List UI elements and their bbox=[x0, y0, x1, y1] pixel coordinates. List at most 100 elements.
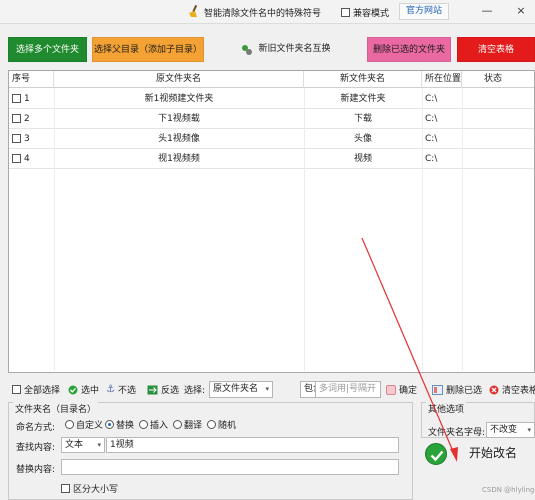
find-type-value: 文本 bbox=[65, 440, 84, 450]
find-type-dropdown[interactable]: 文本 ▾ bbox=[61, 437, 105, 453]
table-header: 序号 原文件夹名 新文件夹名 所在位置 状态 bbox=[9, 71, 534, 88]
check-label: 选中 bbox=[81, 386, 100, 396]
replace-input[interactable] bbox=[61, 459, 399, 475]
chevron-down-icon: ▾ bbox=[265, 385, 269, 393]
close-button[interactable]: × bbox=[513, 4, 529, 17]
rename-group-title: 文件夹名（目录名） bbox=[13, 402, 99, 415]
row-new-name: 新建文件夹 bbox=[340, 94, 386, 104]
row-index: 3 bbox=[24, 134, 30, 144]
row-old-name: 视1视频频 bbox=[158, 154, 200, 164]
mode-radio-translate[interactable]: 翻译 bbox=[173, 418, 202, 431]
col-old-name[interactable]: 原文件夹名 bbox=[54, 71, 304, 88]
compat-mode-label: 兼容模式 bbox=[353, 9, 390, 19]
swap-names-button[interactable]: 新旧文件夹名互换 bbox=[233, 37, 339, 62]
mode-radio-random[interactable]: 随机 bbox=[207, 418, 236, 431]
mode-label: 翻译 bbox=[184, 421, 203, 431]
table-row[interactable]: 2 下1视频载 下载 C:\ bbox=[9, 109, 534, 129]
mode-label: 插入 bbox=[150, 421, 169, 431]
select-folders-button[interactable]: 选择多个文件夹 bbox=[8, 37, 87, 62]
mode-radio-insert[interactable]: 插入 bbox=[139, 418, 168, 431]
select-all-check[interactable] bbox=[12, 385, 21, 394]
col-location[interactable]: 所在位置 bbox=[422, 71, 462, 88]
row-checkbox[interactable] bbox=[12, 134, 21, 143]
confirm-button[interactable]: 确定 bbox=[386, 383, 417, 396]
keyword-placeholder: 多词用|号隔开 bbox=[319, 384, 377, 394]
replace-label: 替换内容: bbox=[16, 465, 56, 475]
invert-label: 反选 bbox=[161, 386, 180, 396]
title-bar: 智能清除文件名中的特殊符号 兼容模式 官方网站 — × bbox=[0, 0, 535, 24]
row-location: C:\ bbox=[425, 154, 438, 164]
find-input[interactable]: 1视频 bbox=[106, 437, 399, 453]
invert-button[interactable]: 反选 bbox=[147, 383, 179, 396]
radio-dot[interactable] bbox=[139, 420, 148, 429]
clear-table-top-button[interactable]: 清空表格 bbox=[457, 37, 535, 62]
row-checkbox[interactable] bbox=[12, 94, 21, 103]
radio-dot[interactable] bbox=[173, 420, 182, 429]
confirm-label: 确定 bbox=[399, 386, 418, 396]
start-rename-label: 开始改名 bbox=[469, 446, 518, 460]
delete-selected-button[interactable]: 删除已选的文件夹 bbox=[367, 37, 451, 62]
case-option-label: 文件夹名字母: bbox=[428, 428, 486, 438]
naming-mode-label: 命名方式: bbox=[16, 423, 56, 433]
col-status[interactable]: 状态 bbox=[462, 71, 534, 88]
row-new-name: 头像 bbox=[353, 134, 372, 144]
anchor-icon: ⚓ bbox=[106, 384, 115, 395]
table-row[interactable]: 4 视1视频频 视频 C:\ bbox=[9, 149, 534, 169]
official-site-button[interactable]: 官方网站 bbox=[399, 3, 449, 20]
keyword-input[interactable]: 多词用|号隔开 bbox=[315, 381, 381, 398]
chevron-down-icon: ▾ bbox=[97, 441, 101, 449]
clear-icon bbox=[489, 385, 499, 394]
case-sensitive-checkbox[interactable]: 区分大小写 bbox=[61, 482, 118, 495]
case-sensitive-label: 区分大小写 bbox=[73, 485, 119, 495]
swap-icon bbox=[242, 44, 253, 55]
invert-icon bbox=[147, 385, 158, 394]
case-option-dropdown[interactable]: 不改变 ▾ bbox=[486, 422, 535, 438]
uncheck-button[interactable]: ⚓ 不选 bbox=[106, 383, 136, 396]
column-divider bbox=[54, 88, 55, 371]
folder-table[interactable]: 序号 原文件夹名 新文件夹名 所在位置 状态 1 新1视频建文件夹 新建文件夹 … bbox=[8, 70, 535, 373]
radio-dot[interactable] bbox=[207, 420, 216, 429]
select-label: 选择: bbox=[184, 386, 206, 396]
select-parent-button[interactable]: 选择父目录（添加子目录） bbox=[92, 37, 204, 62]
mode-radio-replace[interactable]: 替换 bbox=[105, 418, 134, 431]
find-value: 1视频 bbox=[110, 440, 134, 450]
row-index: 1 bbox=[24, 94, 30, 104]
select-all-checkbox[interactable]: 全部选择 bbox=[12, 383, 60, 396]
col-new-name[interactable]: 新文件夹名 bbox=[304, 71, 422, 88]
select-all-label: 全部选择 bbox=[24, 386, 61, 396]
find-label: 查找内容: bbox=[16, 443, 56, 453]
row-checkbox[interactable] bbox=[12, 154, 21, 163]
row-checkbox[interactable] bbox=[12, 114, 21, 123]
radio-dot[interactable] bbox=[105, 420, 114, 429]
column-divider bbox=[304, 88, 305, 371]
clear-table-bottom-label: 清空表格 bbox=[502, 386, 535, 396]
minimize-button[interactable]: — bbox=[479, 4, 495, 17]
table-row[interactable]: 3 头1视频像 头像 C:\ bbox=[9, 129, 534, 149]
select-field-dropdown[interactable]: 原文件夹名 ▾ bbox=[209, 381, 273, 398]
delete-checked-label: 删除已选 bbox=[446, 386, 483, 396]
row-new-name: 视频 bbox=[353, 154, 372, 164]
other-options-title: 其他选项 bbox=[426, 402, 467, 415]
check-button[interactable]: 选中 bbox=[68, 383, 99, 396]
watermark: CSDN @hlyling bbox=[482, 486, 535, 494]
start-check-icon bbox=[425, 443, 447, 465]
chevron-down-icon: ▾ bbox=[527, 426, 531, 434]
delete-checked-button[interactable]: 删除已选 bbox=[432, 383, 482, 396]
mode-label: 随机 bbox=[218, 421, 237, 431]
case-option-value: 不改变 bbox=[490, 425, 518, 435]
mode-radio-custom[interactable]: 自定义 bbox=[65, 418, 103, 431]
clear-table-bottom-button[interactable]: 清空表格 bbox=[489, 383, 535, 396]
col-index[interactable]: 序号 bbox=[9, 71, 54, 88]
row-location: C:\ bbox=[425, 94, 438, 104]
select-field-value: 原文件夹名 bbox=[213, 384, 259, 394]
table-row[interactable]: 1 新1视频建文件夹 新建文件夹 C:\ bbox=[9, 89, 534, 109]
compat-mode-check[interactable] bbox=[341, 8, 350, 17]
row-old-name: 新1视频建文件夹 bbox=[144, 94, 214, 104]
mode-label: 替换 bbox=[116, 421, 135, 431]
radio-dot[interactable] bbox=[65, 420, 74, 429]
row-index: 2 bbox=[24, 114, 30, 124]
row-old-name: 头1视频像 bbox=[158, 134, 200, 144]
compat-mode-checkbox[interactable]: 兼容模式 bbox=[341, 6, 389, 19]
case-sensitive-check[interactable] bbox=[61, 484, 70, 493]
row-old-name: 下1视频载 bbox=[158, 114, 200, 124]
